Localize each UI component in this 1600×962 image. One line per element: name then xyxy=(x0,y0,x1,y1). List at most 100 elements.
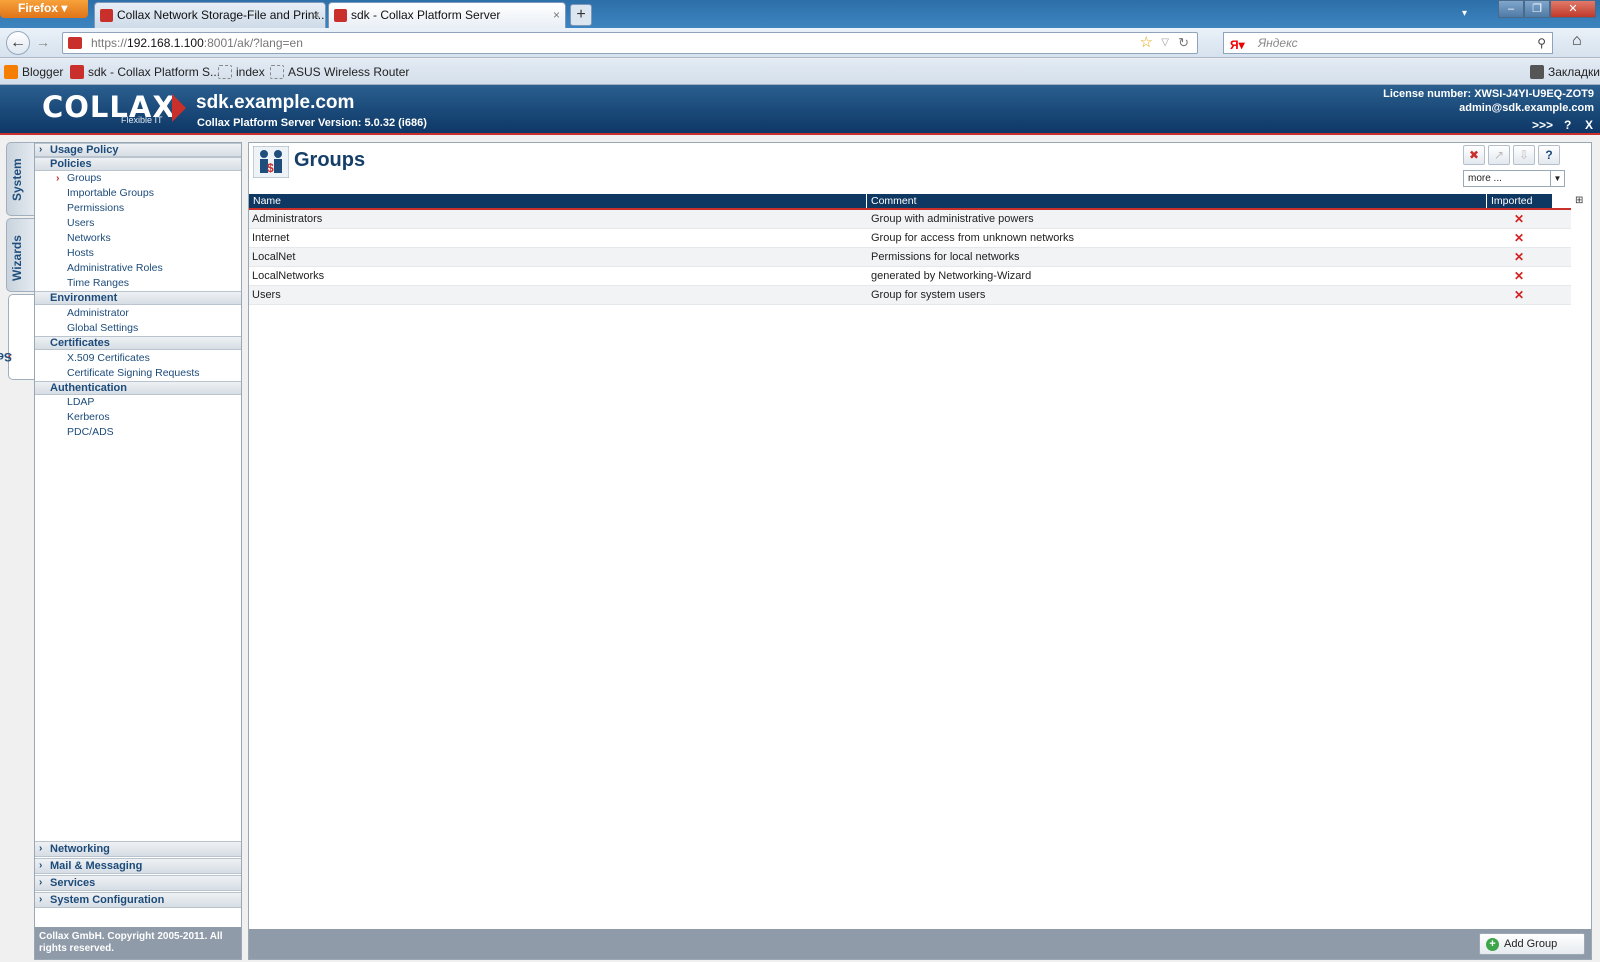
svg-text:$: $ xyxy=(267,161,274,175)
cell-name: Users xyxy=(252,289,281,301)
main-footer: + Add Group xyxy=(249,929,1591,959)
sidebar-item-networks[interactable]: Networks xyxy=(67,232,111,244)
forward-icon[interactable]: >>> xyxy=(1532,118,1553,132)
add-group-button[interactable]: + Add Group xyxy=(1479,933,1585,955)
cell-name: Administrators xyxy=(252,213,323,225)
yandex-icon[interactable]: Я▾ xyxy=(1230,35,1245,55)
sidebar-item-permissions[interactable]: Permissions xyxy=(67,202,124,214)
table-row[interactable]: LocalNetworks generated by Networking-Wi… xyxy=(249,267,1571,286)
sidebar-item-administrator[interactable]: Administrator xyxy=(67,307,129,319)
add-group-label: Add Group xyxy=(1504,938,1558,950)
close-tab-icon[interactable]: × xyxy=(313,3,320,27)
bookmark-sdk[interactable]: sdk - Collax Platform S... xyxy=(70,59,220,85)
export-icon[interactable]: ↗ xyxy=(1488,145,1510,165)
sidebar-section-usage-policy[interactable]: › Usage Policy xyxy=(35,143,241,157)
column-config-icon[interactable]: ⊞ xyxy=(1575,195,1587,207)
search-input[interactable]: Я▾ Яндекс ⚲ xyxy=(1223,32,1553,54)
bookmark-asus[interactable]: ASUS Wireless Router xyxy=(270,59,409,85)
not-imported-icon: ✕ xyxy=(1514,288,1525,302)
browser-tab-collax-storage[interactable]: Collax Network Storage-File and Print...… xyxy=(94,2,326,28)
sidebar-item-global-settings[interactable]: Global Settings xyxy=(67,322,138,334)
expand-caret-icon: › xyxy=(39,894,43,905)
column-header-comment[interactable]: Comment xyxy=(867,194,1487,208)
sidebar-item-x509-certificates[interactable]: X.509 Certificates xyxy=(67,352,150,364)
help-icon[interactable]: ? xyxy=(1564,118,1571,132)
tab-label: Collax Network Storage-File and Print... xyxy=(117,8,326,22)
table-row[interactable]: LocalNet Permissions for local networks … xyxy=(249,248,1571,267)
site-identity-icon[interactable] xyxy=(68,37,82,49)
sidebar-item-administrative-roles[interactable]: Administrative Roles xyxy=(67,262,163,274)
logo-arrow-icon xyxy=(172,94,186,122)
history-dropdown-icon[interactable]: ▽ xyxy=(1161,33,1169,53)
tab-list-icon[interactable]: ▾ xyxy=(1462,8,1467,19)
more-select-value: more ... xyxy=(1468,173,1502,184)
tab-system[interactable]: System xyxy=(6,142,34,216)
license-number: License number: XWSI-J4YI-U9EQ-ZOT9 xyxy=(1383,88,1594,100)
logged-in-user: admin@sdk.example.com xyxy=(1459,102,1594,114)
column-header-imported[interactable]: Imported xyxy=(1487,194,1553,208)
cell-comment: Group for system users xyxy=(871,289,986,301)
import-icon[interactable]: ⇩ xyxy=(1513,145,1535,165)
bookmark-label: index xyxy=(236,65,265,79)
sidebar-section-mail-messaging[interactable]: › Mail & Messaging xyxy=(35,858,241,874)
sidebar-section-system-configuration[interactable]: › System Configuration xyxy=(35,892,241,908)
not-imported-icon: ✕ xyxy=(1514,212,1525,226)
sidebar-item-importable-groups[interactable]: Importable Groups xyxy=(67,187,154,199)
bookmark-blogger[interactable]: Blogger xyxy=(4,59,63,85)
sidebar-item-kerberos[interactable]: Kerberos xyxy=(67,411,110,423)
section-label: Services xyxy=(50,877,96,889)
not-imported-icon: ✕ xyxy=(1514,269,1525,283)
sidebar-item-groups[interactable]: › Groups xyxy=(56,172,101,184)
groups-icon: $ xyxy=(253,146,289,178)
minimize-icon[interactable]: – xyxy=(1498,0,1524,18)
forward-arrow-icon[interactable]: → xyxy=(36,34,50,50)
tab-wizards[interactable]: Wizards xyxy=(6,218,34,292)
sidebar-item-users[interactable]: Users xyxy=(67,217,94,229)
section-label: Environment xyxy=(50,292,118,304)
url-bar[interactable]: https://192.168.1.100:8001/ak/?lang=en ☆… xyxy=(62,32,1198,54)
section-label: Authentication xyxy=(50,382,127,394)
maximize-icon[interactable]: ❐ xyxy=(1524,0,1550,18)
window-close-icon[interactable]: ✕ xyxy=(1550,0,1596,18)
server-version: Collax Platform Server Version: 5.0.32 (… xyxy=(197,117,427,129)
home-icon[interactable]: ⌂ xyxy=(1572,32,1582,50)
sidebar-item-hosts[interactable]: Hosts xyxy=(67,247,94,259)
firefox-menu-button[interactable]: Firefox ▾ xyxy=(0,0,88,18)
table-row[interactable]: Internet Group for access from unknown n… xyxy=(249,229,1571,248)
logout-icon[interactable]: X xyxy=(1585,118,1593,132)
bookmark-index[interactable]: index xyxy=(218,59,265,85)
bookmarks-menu[interactable]: Закладки xyxy=(1530,59,1600,85)
expand-caret-icon: › xyxy=(39,144,43,155)
bookmark-star-icon[interactable]: ☆ xyxy=(1140,33,1153,53)
reload-icon[interactable]: ↻ xyxy=(1178,33,1189,53)
sidebar-item-ldap[interactable]: LDAP xyxy=(67,396,94,408)
close-tab-icon[interactable]: × xyxy=(553,3,560,27)
table-row[interactable]: Users Group for system users ✕ xyxy=(249,286,1571,305)
sidebar-item-time-ranges[interactable]: Time Ranges xyxy=(67,277,129,289)
page-title: Groups xyxy=(294,149,366,171)
tab-label: sdk - Collax Platform Server xyxy=(351,8,501,22)
column-header-name[interactable]: Name xyxy=(249,194,867,208)
back-arrow-icon[interactable]: ← xyxy=(6,31,30,55)
expand-caret-icon: › xyxy=(39,877,43,888)
not-imported-icon: ✕ xyxy=(1514,250,1525,264)
help-icon[interactable]: ? xyxy=(1538,145,1560,165)
section-label: Policies xyxy=(50,158,92,170)
search-icon[interactable]: ⚲ xyxy=(1537,33,1546,53)
tab-settings[interactable]: › Settings xyxy=(0,294,36,380)
sidebar-item-certificate-signing-requests[interactable]: Certificate Signing Requests xyxy=(67,367,200,379)
delete-icon[interactable]: ✖ xyxy=(1463,145,1485,165)
browser-tab-sdk[interactable]: sdk - Collax Platform Server × xyxy=(328,2,566,28)
sidebar-section-networking[interactable]: › Networking xyxy=(35,841,241,857)
blogger-icon xyxy=(4,65,18,79)
sidebar-section-environment: Environment xyxy=(35,291,241,305)
collax-favicon-icon xyxy=(100,9,113,22)
sidebar-section-services[interactable]: › Services xyxy=(35,875,241,891)
sidebar-section-certificates: Certificates xyxy=(35,336,241,350)
section-label: Usage Policy xyxy=(50,144,119,156)
sidebar-item-pdc-ads[interactable]: PDC/ADS xyxy=(67,426,114,438)
new-tab-button[interactable]: + xyxy=(570,4,592,26)
table-row[interactable]: Administrators Group with administrative… xyxy=(249,210,1571,229)
more-select[interactable]: more ... ▼ xyxy=(1463,170,1565,187)
not-imported-icon: ✕ xyxy=(1514,231,1525,245)
